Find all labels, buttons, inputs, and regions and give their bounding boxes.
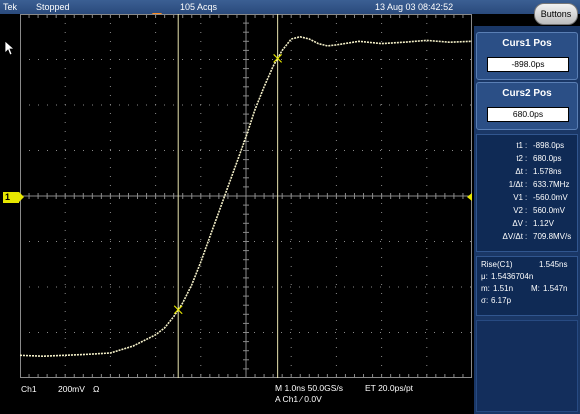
rise-mean: 1.5436704n xyxy=(491,272,534,281)
settings-bar: Ch1 200mV Ω M 1.0ns 50.0GS/s ET 20.0ps/p… xyxy=(0,378,474,414)
cursor1-control[interactable]: Curs1 Pos -898.0ps xyxy=(476,32,578,80)
readout-label: Δt xyxy=(515,167,523,176)
readout-label: ΔV xyxy=(512,219,523,228)
waveform-graticule xyxy=(20,14,472,378)
trigger-settings[interactable]: A Ch1 ∕ 0.0V xyxy=(275,394,322,404)
readout-label: t2 xyxy=(516,154,523,163)
cursor2-title: Curs2 Pos xyxy=(502,88,552,99)
timebase-label[interactable]: M 1.0ns 50.0GS/s xyxy=(275,383,343,393)
rise-value: 1.545ns xyxy=(539,260,568,269)
cursor-panel: Curs1 Pos -898.0ps Curs2 Pos 680.0ps t1:… xyxy=(474,26,580,414)
cursor2-control[interactable]: Curs2 Pos 680.0ps xyxy=(476,82,578,130)
rise-sigma-label: σ: xyxy=(481,296,489,305)
acquisition-status: Stopped xyxy=(36,2,70,12)
buttons-button[interactable]: Buttons xyxy=(534,3,578,25)
acquisition-count: 105 Acqs xyxy=(180,2,218,12)
rise-min: 1.51n xyxy=(493,284,514,293)
rise-title: Rise(C1) xyxy=(481,260,513,269)
waveform-display[interactable] xyxy=(20,14,472,378)
channel-label[interactable]: Ch1 xyxy=(21,384,37,394)
cursor1-title: Curs1 Pos xyxy=(502,38,552,49)
readout-value: 709.8MV/s xyxy=(533,232,572,241)
readout-value: 1.578ns xyxy=(533,167,562,176)
readout-value: 560.0mV xyxy=(533,206,566,215)
impedance-label: Ω xyxy=(93,384,100,394)
readout-label: V1 xyxy=(513,193,523,202)
readout-value: -560.0mV xyxy=(533,193,568,202)
panel-empty-area xyxy=(476,320,578,412)
trigger-level-icon[interactable] xyxy=(467,193,472,201)
cursor2-position-field[interactable]: 680.0ps xyxy=(487,107,569,122)
channel1-ground-marker[interactable]: 1 xyxy=(3,192,19,203)
readout-value: 1.12V xyxy=(533,219,554,228)
rise-measurement[interactable]: Rise(C1) 1.545ns μ: 1.5436704n m: 1.51n … xyxy=(476,256,578,316)
status-bar: Tek Stopped 105 Acqs 13 Aug 03 08:42:52 xyxy=(0,0,580,14)
equivalent-time-label: ET 20.0ps/pt xyxy=(365,383,414,393)
readout-label: V2 xyxy=(513,206,523,215)
readout-value: 680.0ps xyxy=(533,154,562,163)
cursor-readouts: t1: -898.0ps t2:680.0ps Δt:1.578ns 1/Δt:6… xyxy=(476,134,578,252)
readout-label: ΔV/Δt xyxy=(502,232,523,241)
vertical-scale[interactable]: 200mV xyxy=(58,384,85,394)
rise-max: 1.547n xyxy=(543,284,568,293)
channel1-marker-tip-icon xyxy=(19,192,24,202)
rise-max-label: M: xyxy=(531,284,540,293)
rise-mean-label: μ: xyxy=(481,272,488,281)
cursor1-position-field[interactable]: -898.0ps xyxy=(487,57,569,72)
readout-label: 1/Δt xyxy=(508,180,523,189)
brand-label: Tek xyxy=(3,2,18,12)
readout-label: t1 xyxy=(516,141,523,150)
readout-value: 633.7MHz xyxy=(533,180,570,189)
rise-min-label: m: xyxy=(481,284,490,293)
date-time: 13 Aug 03 08:42:52 xyxy=(375,2,454,12)
readout-value: -898.0ps xyxy=(533,141,565,150)
mouse-pointer-icon xyxy=(4,40,16,56)
rise-sigma: 6.17p xyxy=(491,296,512,305)
